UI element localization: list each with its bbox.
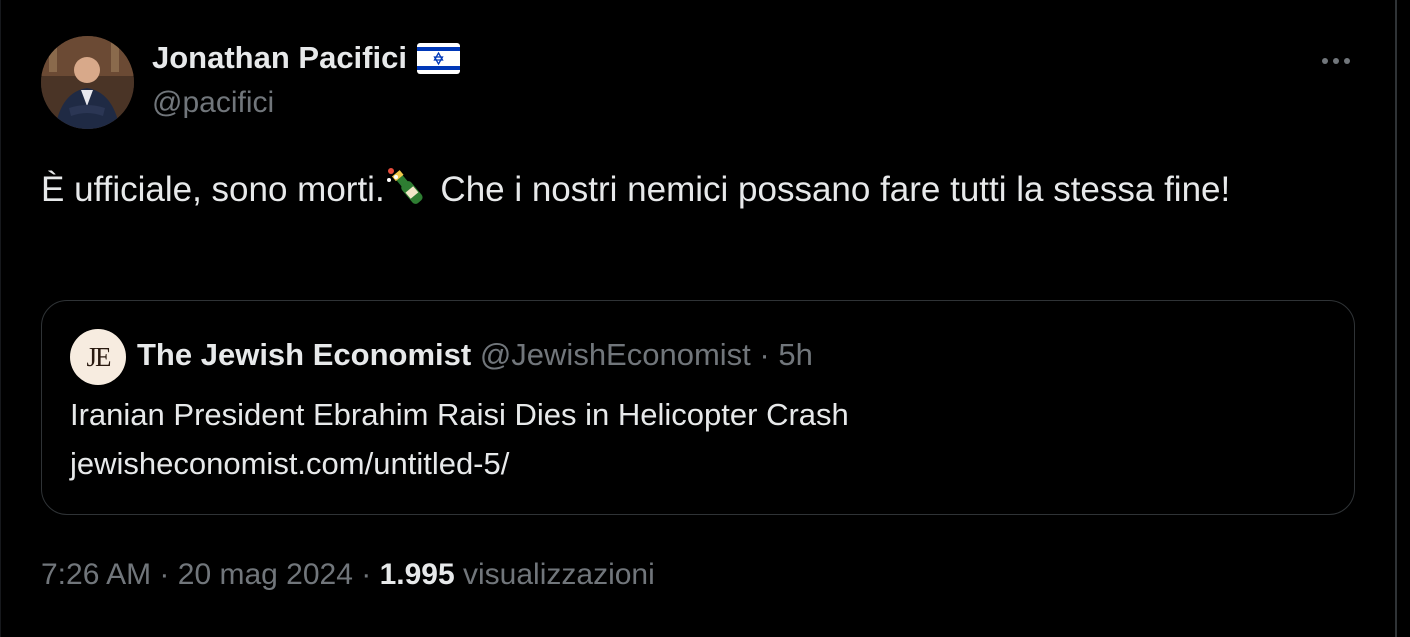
quote-separator: · xyxy=(759,337,770,372)
israel-flag-icon xyxy=(416,42,460,74)
author-name[interactable]: Jonathan Pacifici xyxy=(152,40,460,76)
views-count[interactable]: 1.995 xyxy=(380,558,455,591)
champagne-bottle-icon xyxy=(386,168,423,204)
meta-separator: · xyxy=(159,558,170,591)
quote-timestamp[interactable]: 5h xyxy=(778,337,812,372)
tweet-text-end: Che i nostri nemici possano fare tutti l… xyxy=(430,170,1231,209)
quote-avatar[interactable]: JE xyxy=(70,329,126,385)
quote-author-handle[interactable]: @JewishEconomist xyxy=(480,337,751,372)
more-dot-icon xyxy=(1322,58,1328,64)
tweet-date[interactable]: 20 mag 2024 xyxy=(178,558,353,591)
author-name-text: Jonathan Pacifici xyxy=(152,40,407,75)
tweet-text-start: È ufficiale, sono morti. xyxy=(41,170,385,209)
views-label[interactable]: visualizzazioni xyxy=(463,558,655,591)
tweet-text: È ufficiale, sono morti. Che i nostri ne… xyxy=(41,162,1361,218)
tweet-container: Jonathan Pacifici @pacifici È ufficiale,… xyxy=(0,0,1397,637)
quote-link[interactable]: jewisheconomist.com/untitled-5/ xyxy=(70,446,509,482)
quote-text: Iranian President Ebrahim Raisi Dies in … xyxy=(70,397,849,432)
quote-author-name[interactable]: The Jewish Economist xyxy=(137,337,471,372)
avatar-photo xyxy=(41,36,134,129)
more-dot-icon xyxy=(1344,58,1350,64)
more-dot-icon xyxy=(1333,58,1339,64)
author-avatar[interactable] xyxy=(41,36,134,129)
quoted-tweet-card[interactable]: JE The Jewish Economist @JewishEconomist… xyxy=(41,300,1355,515)
tweet-time[interactable]: 7:26 AM xyxy=(41,558,151,591)
more-options-button[interactable] xyxy=(1311,46,1361,76)
quote-header: The Jewish Economist @JewishEconomist · … xyxy=(137,337,813,373)
meta-separator: · xyxy=(361,558,372,591)
tweet-meta: 7:26 AM · 20 mag 2024 · 1.995 visualizza… xyxy=(41,558,655,592)
author-handle[interactable]: @pacifici xyxy=(152,86,274,120)
